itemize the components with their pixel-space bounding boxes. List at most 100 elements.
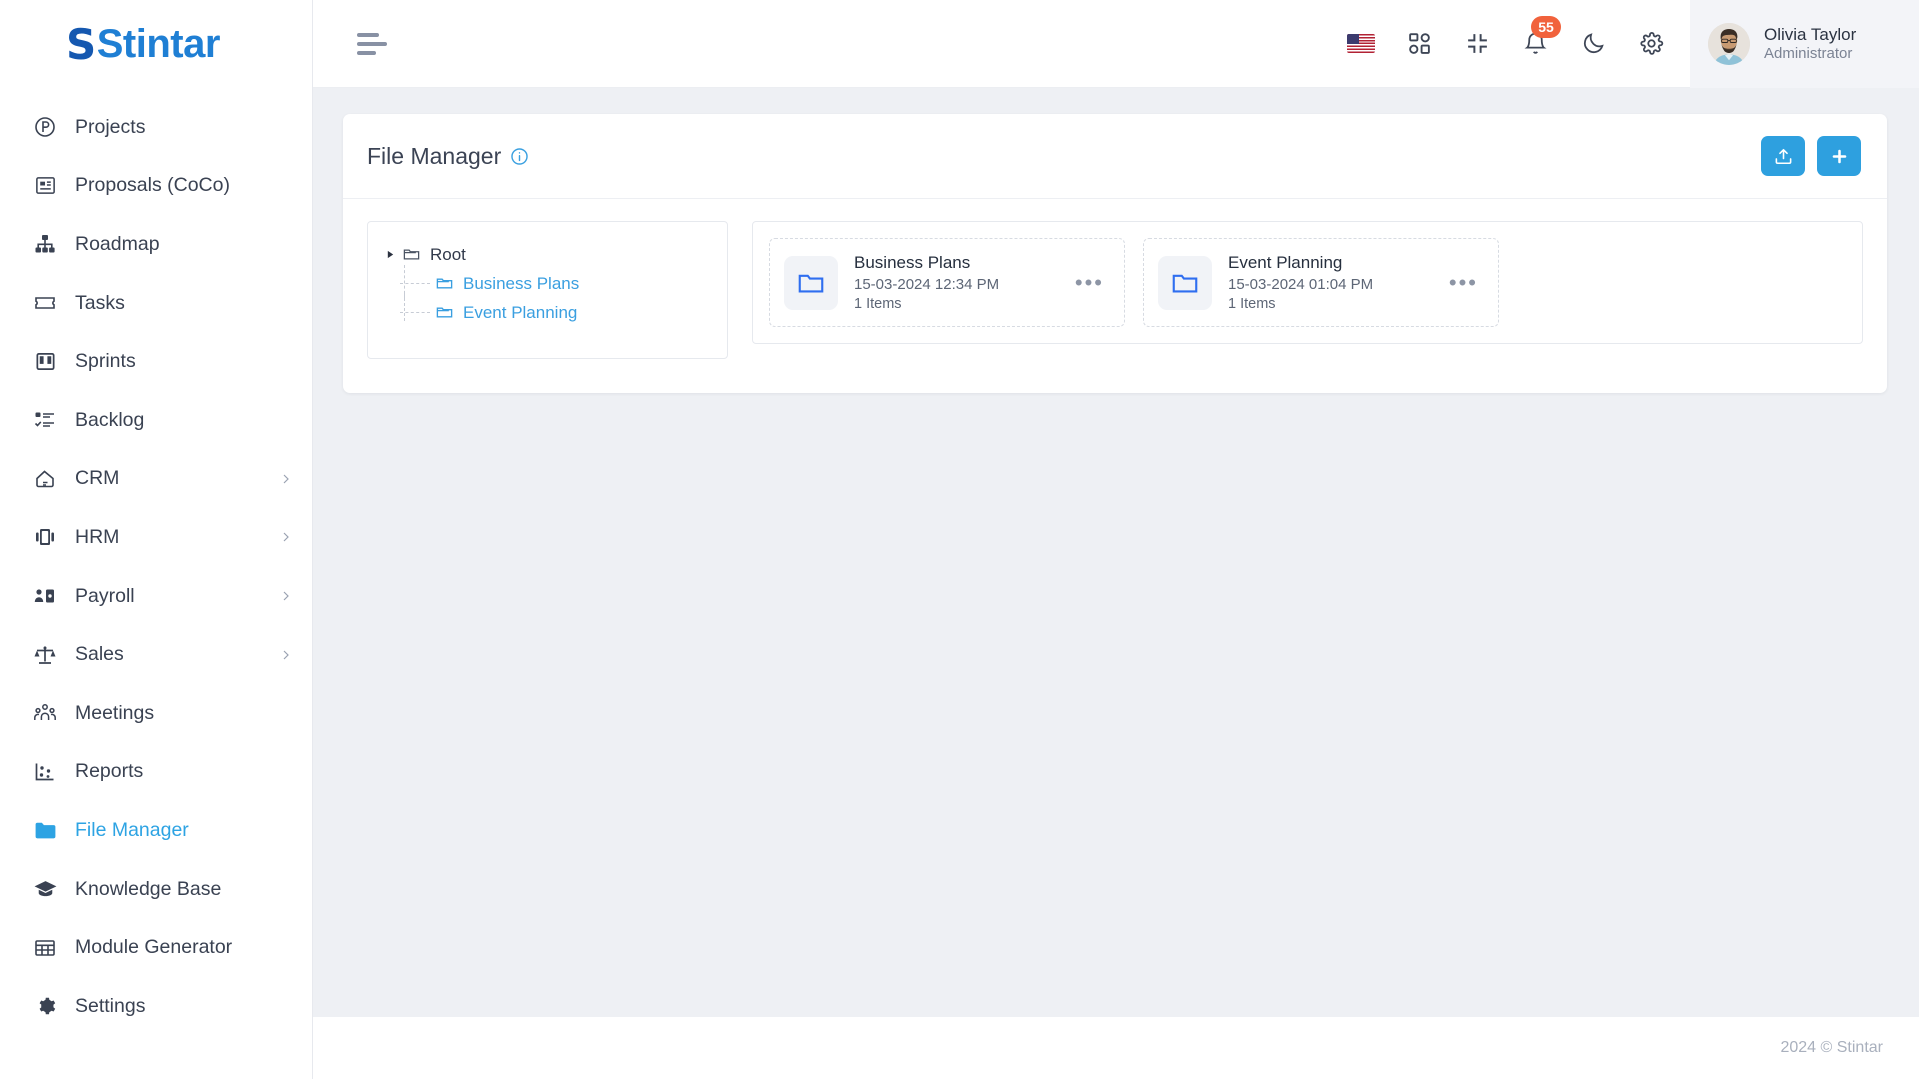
- folder-open-icon: [403, 249, 420, 260]
- notifications-bell-icon[interactable]: 55: [1520, 15, 1561, 59]
- tree-node-label: Business Plans: [463, 273, 580, 293]
- sidebar-item-module-generator[interactable]: Module Generator: [0, 918, 312, 977]
- compress-icon[interactable]: [1462, 29, 1492, 59]
- sidebar-item-label: Backlog: [75, 408, 145, 431]
- sidebar-item-file-manager[interactable]: File Manager: [0, 801, 312, 860]
- avatar: [1708, 22, 1750, 65]
- tree-node-label: Root: [430, 244, 466, 264]
- card-body: Root Business Plans Event Planning Busin…: [343, 199, 1887, 393]
- hamburger-icon[interactable]: [357, 31, 389, 57]
- sidebar-item-label: Module Generator: [75, 936, 233, 959]
- add-button[interactable]: [1817, 136, 1861, 176]
- sidebar-nav: Projects Proposals (CoCo) Roadmap Tasks …: [0, 88, 312, 1079]
- folder-tree-panel: Root Business Plans Event Planning: [367, 221, 728, 359]
- ticket-icon: [32, 290, 58, 316]
- sidebar-item-label: Sales: [75, 643, 124, 666]
- folder-context-menu-button[interactable]: •••: [1445, 271, 1482, 294]
- tree-connector: [400, 283, 430, 284]
- notification-badge: 55: [1531, 15, 1561, 38]
- sidebar-item-hrm[interactable]: HRM: [0, 508, 312, 567]
- app-logo[interactable]: S Stintar: [0, 0, 312, 88]
- plus-icon: [1832, 149, 1846, 163]
- folder-name: Business Plans: [854, 253, 971, 272]
- app-root: S Stintar Projects Proposals (CoCo) Road…: [0, 0, 1919, 1079]
- folder-item-count: 1 Items: [1228, 296, 1276, 312]
- sidebar-item-reports[interactable]: Reports: [0, 743, 312, 802]
- sidebar-item-label: Reports: [75, 760, 144, 783]
- flag-canton: [1347, 34, 1359, 44]
- sidebar-item-sprints[interactable]: Sprints: [0, 332, 312, 391]
- sidebar-item-settings[interactable]: Settings: [0, 977, 312, 1036]
- sidebar-item-label: Tasks: [75, 291, 125, 314]
- dark-mode-moon-icon[interactable]: [1578, 29, 1608, 59]
- person-money-icon: [32, 583, 58, 609]
- circle-p-icon: [32, 114, 58, 140]
- page-title: File Manager: [367, 142, 502, 169]
- tree-node-label: Event Planning: [463, 302, 578, 322]
- page-content: File Manager Root Business Plans Event P…: [313, 88, 1919, 1017]
- sidebar-item-knowledge-base[interactable]: Knowledge Base: [0, 860, 312, 919]
- sidebar-item-label: Projects: [75, 115, 146, 138]
- folder-date: 15-03-2024 12:34 PM: [854, 276, 1000, 293]
- sidebar-item-label: File Manager: [75, 818, 189, 841]
- folder-thumbnail: [784, 255, 838, 310]
- language-flag-us-icon[interactable]: [1346, 29, 1376, 59]
- sidebar-item-projects[interactable]: Projects: [0, 98, 312, 157]
- sidebar-item-payroll[interactable]: Payroll: [0, 567, 312, 626]
- upload-button[interactable]: [1761, 136, 1805, 176]
- hamburger-line: [357, 32, 379, 37]
- settings-gear-icon[interactable]: [1636, 29, 1666, 59]
- sidebar-item-crm[interactable]: CRM: [0, 450, 312, 509]
- folder-card[interactable]: Business Plans 15-03-2024 12:34 PM 1 Ite…: [769, 238, 1125, 327]
- topbar-icon-group: 55: [1346, 15, 1690, 59]
- apps-grid-icon[interactable]: [1404, 29, 1434, 59]
- handshake-icon: [32, 466, 58, 492]
- main-area: 55 Olivia Taylor Administrator File Mana…: [313, 0, 1919, 1079]
- copyright-text: 2024 © Stintar: [1780, 1039, 1883, 1056]
- page-title-wrap: File Manager: [367, 143, 529, 170]
- tree-node-root[interactable]: Root: [382, 240, 713, 269]
- checklist-icon: [32, 407, 58, 433]
- folder-thumbnail: [1158, 255, 1212, 310]
- sidebar-item-tasks[interactable]: Tasks: [0, 274, 312, 333]
- folder-date: 15-03-2024 01:04 PM: [1228, 276, 1374, 293]
- hamburger-line: [357, 50, 376, 55]
- sidebar-item-roadmap[interactable]: Roadmap: [0, 215, 312, 274]
- tree-node-business-plans[interactable]: Business Plans: [382, 269, 713, 298]
- info-circle-icon[interactable]: [510, 147, 529, 166]
- sidebar-item-label: Proposals (CoCo): [75, 174, 230, 197]
- sidebar-item-label: Knowledge Base: [75, 877, 222, 900]
- sitemap-icon: [32, 231, 58, 257]
- sidebar-item-label: Meetings: [75, 701, 155, 724]
- page-footer: 2024 © Stintar: [313, 1017, 1919, 1079]
- sidebar-item-meetings[interactable]: Meetings: [0, 684, 312, 743]
- folder-context-menu-button[interactable]: •••: [1071, 271, 1108, 294]
- sidebar-item-label: Payroll: [75, 584, 135, 607]
- tree-node-event-planning[interactable]: Event Planning: [382, 298, 713, 327]
- folder-grid-panel: Business Plans 15-03-2024 12:34 PM 1 Ite…: [752, 221, 1863, 344]
- top-bar: 55 Olivia Taylor Administrator: [313, 0, 1919, 88]
- people-card-icon: [32, 524, 58, 550]
- caret-right-icon[interactable]: [386, 250, 402, 259]
- sidebar-item-proposals[interactable]: Proposals (CoCo): [0, 157, 312, 216]
- folder-icon: [798, 274, 824, 292]
- us-flag: [1347, 34, 1375, 53]
- chevron-right-icon: [283, 650, 289, 660]
- sidebar: S Stintar Projects Proposals (CoCo) Road…: [0, 0, 313, 1079]
- sidebar-item-label: Settings: [75, 994, 146, 1017]
- sidebar-item-sales[interactable]: Sales: [0, 625, 312, 684]
- folder-icon: [1172, 274, 1198, 292]
- sidebar-item-label: CRM: [75, 467, 120, 490]
- grid-table-icon: [32, 935, 58, 961]
- folder-card[interactable]: Event Planning 15-03-2024 01:04 PM 1 Ite…: [1143, 238, 1499, 327]
- group-icon: [32, 700, 58, 726]
- user-profile-menu[interactable]: Olivia Taylor Administrator: [1690, 0, 1919, 88]
- folder-meta: Business Plans 15-03-2024 12:34 PM 1 Ite…: [854, 253, 1055, 312]
- sidebar-item-label: Sprints: [75, 350, 136, 373]
- sidebar-item-backlog[interactable]: Backlog: [0, 391, 312, 450]
- sidebar-item-label: HRM: [75, 525, 120, 548]
- board-icon: [32, 349, 58, 375]
- gear-icon: [32, 993, 58, 1019]
- upload-icon: [1775, 148, 1791, 164]
- folder-item-count: 1 Items: [854, 296, 902, 312]
